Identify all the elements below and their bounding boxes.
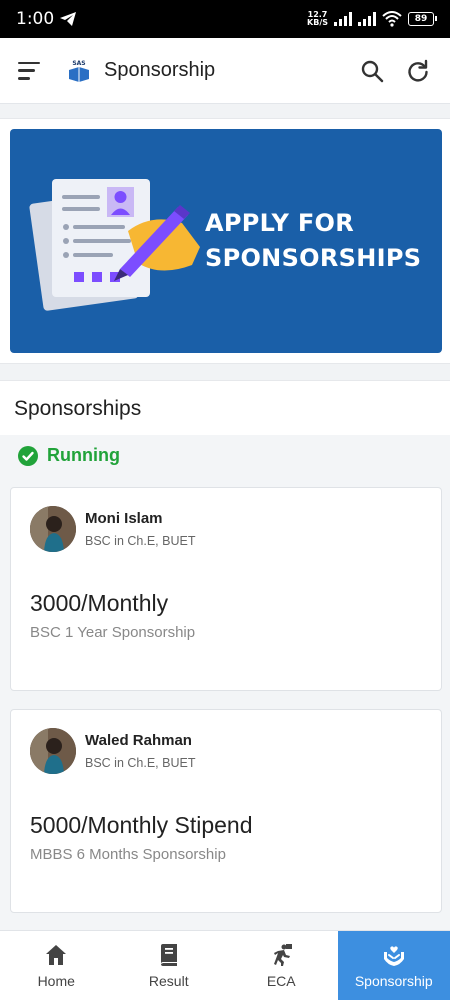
wifi-icon — [382, 11, 402, 27]
nav-label: ECA — [266, 972, 296, 989]
sponsorship-card[interactable]: Moni Islam BSC in Ch.E, BUET 3000/Monthl… — [10, 487, 442, 691]
sponsorship-card[interactable]: Waled Rahman BSC in Ch.E, BUET 5000/Mont… — [10, 709, 442, 913]
home-icon — [46, 944, 67, 965]
banner-text: APPLY FOR SPONSORSHIPS — [205, 209, 422, 272]
search-icon[interactable] — [360, 59, 384, 83]
nav-label: Sponsorship — [354, 972, 433, 989]
sponsorship-amount: 5000/Monthly Stipend — [30, 812, 253, 838]
nav-result[interactable]: Result — [113, 931, 226, 1000]
status-running: Running — [18, 445, 120, 466]
svg-text:SAS: SAS — [72, 60, 85, 67]
sponsorship-description: MBBS 6 Months Sponsorship — [30, 846, 226, 863]
check-circle-icon — [18, 445, 38, 466]
sponsor-name: Moni Islam — [85, 510, 163, 527]
banner-container: APPLY FOR SPONSORSHIPS — [0, 118, 450, 364]
menu-icon[interactable] — [18, 61, 40, 80]
nav-sponsorship[interactable]: Sponsorship — [337, 931, 450, 1000]
apply-sponsorship-banner[interactable]: APPLY FOR SPONSORSHIPS — [10, 129, 442, 353]
app-bar: SAS Sponsorship — [0, 38, 450, 104]
sponsorship-description: BSC 1 Year Sponsorship — [30, 624, 196, 641]
sponsor-subtitle: BSC in Ch.E, BUET — [85, 534, 196, 548]
status-label: Running — [47, 445, 120, 465]
telegram-icon — [60, 12, 77, 26]
sponsor-subtitle: BSC in Ch.E, BUET — [85, 756, 196, 770]
nav-eca[interactable]: ECA — [225, 931, 338, 1000]
refresh-icon[interactable] — [406, 59, 430, 83]
network-speed: 12.7 KB/S — [307, 10, 328, 27]
section-title: Sponsorships — [14, 397, 142, 420]
hands-heart-icon — [383, 945, 404, 966]
sponsor-name: Waled Rahman — [85, 732, 192, 749]
book-icon — [160, 943, 177, 966]
avatar — [30, 506, 76, 552]
avatar — [30, 728, 76, 774]
nav-home[interactable]: Home — [0, 931, 113, 1000]
sponsorships-section: Sponsorships Running Moni Islam BSC in C… — [0, 380, 450, 930]
bottom-nav: Home Result ECA Sponsorship — [0, 930, 450, 1000]
application-form-illustration — [29, 179, 200, 311]
nav-label: Result — [148, 972, 189, 989]
signal-icon — [334, 12, 352, 26]
nav-label: Home — [37, 972, 75, 989]
status-time: 1:00 — [16, 9, 55, 29]
app-logo: SAS — [69, 60, 89, 82]
signal-icon — [358, 12, 376, 26]
status-bar: 1:00 12.7 KB/S 89 — [0, 0, 450, 38]
battery-icon: 89 — [408, 12, 437, 26]
page-title: Sponsorship — [104, 59, 216, 81]
activity-icon — [274, 943, 293, 966]
main-content: APPLY FOR SPONSORSHIPS Sponsorships Runn… — [0, 104, 450, 930]
sponsorship-amount: 3000/Monthly — [30, 590, 169, 616]
